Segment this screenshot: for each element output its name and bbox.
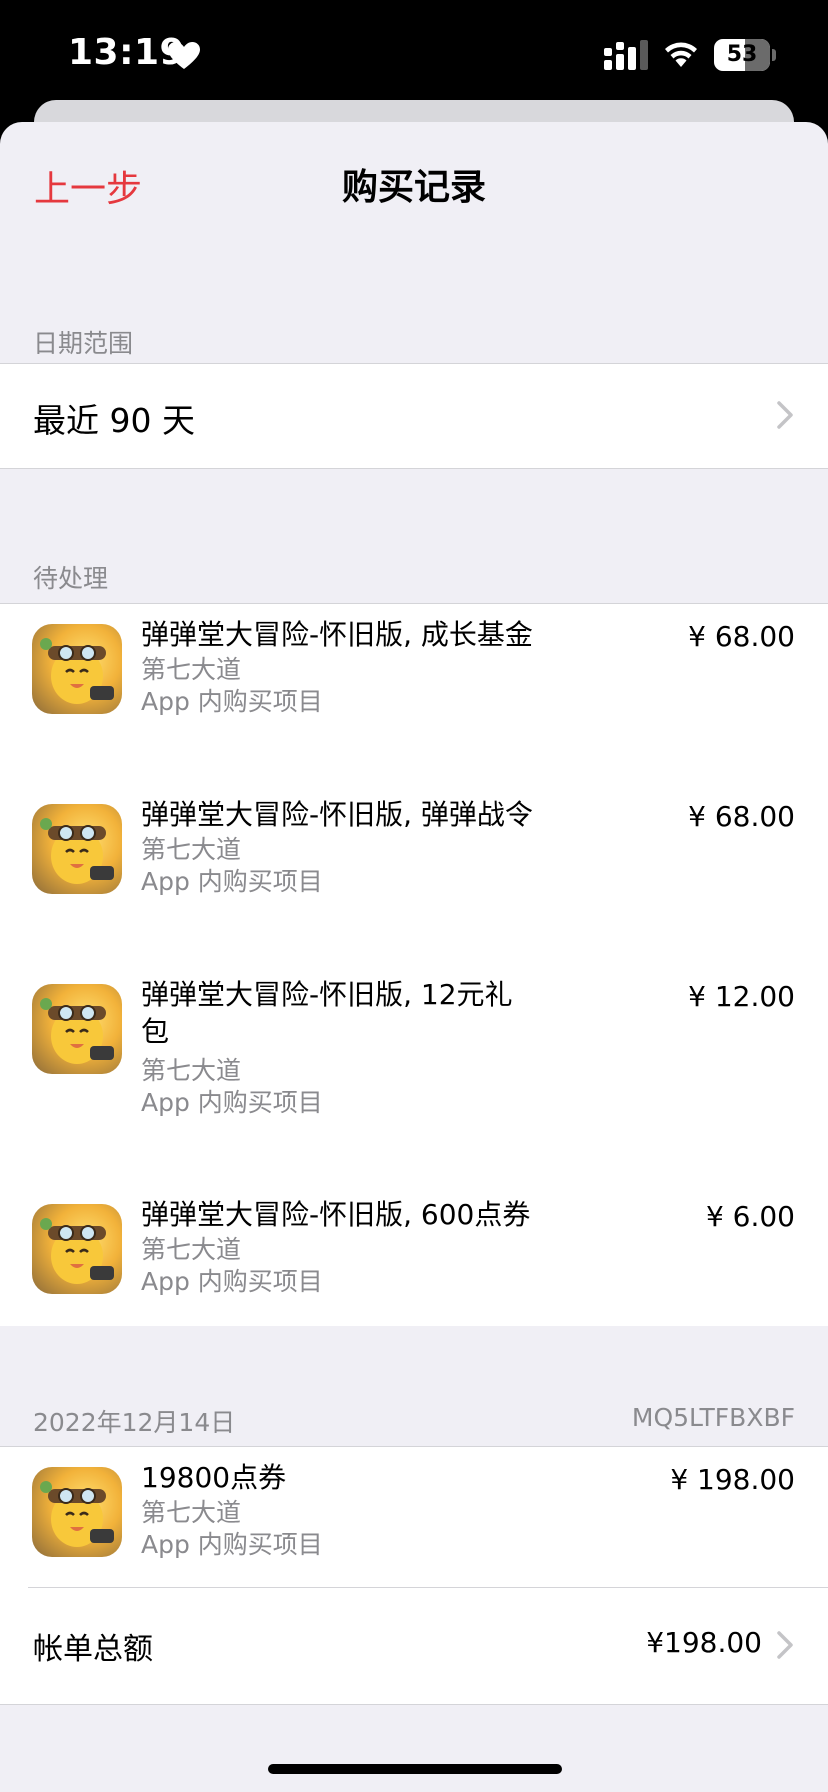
app-icon xyxy=(32,1467,122,1557)
heart-icon xyxy=(168,42,200,69)
date-range-header: 日期范围 xyxy=(33,329,134,358)
order-id: MQ5LTFBXBF xyxy=(631,1403,795,1432)
pending-header: 待处理 xyxy=(33,564,109,593)
item-type: App 内购买项目 xyxy=(141,1088,323,1117)
chevron-right-icon xyxy=(777,1631,793,1659)
list-item[interactable]: 弹弹堂大冒险-怀旧版, 弹弹战令 第七大道 App 内购买项目 ¥ 68.00 xyxy=(0,784,828,964)
status-bar: 13:19 53 xyxy=(0,0,828,112)
home-indicator xyxy=(268,1764,562,1774)
item-developer: 第七大道 xyxy=(141,655,242,684)
app-icon xyxy=(32,624,122,714)
cellular-signal-icon xyxy=(604,40,648,70)
item-developer: 第七大道 xyxy=(141,835,242,864)
item-type: App 内购买项目 xyxy=(141,1267,323,1296)
item-developer: 第七大道 xyxy=(141,1056,242,1085)
item-title-line1: 弹弹堂大冒险-怀旧版, 12元礼 xyxy=(141,978,513,1011)
order-date: 2022年12月14日 xyxy=(33,1408,236,1437)
item-title: 弹弹堂大冒险-怀旧版, 600点券 xyxy=(141,1198,531,1231)
list-item[interactable]: 弹弹堂大冒险-怀旧版, 600点券 第七大道 App 内购买项目 ¥ 6.00 xyxy=(0,1184,828,1326)
battery-tip xyxy=(772,49,776,61)
page-title: 购买记录 xyxy=(341,167,486,208)
item-title: 19800点券 xyxy=(141,1461,287,1494)
wifi-icon xyxy=(665,42,697,67)
item-title: 弹弹堂大冒险-怀旧版, 弹弹战令 xyxy=(141,798,533,831)
list-item[interactable]: 弹弹堂大冒险-怀旧版, 12元礼 包 第七大道 App 内购买项目 ¥ 12.0… xyxy=(0,964,828,1184)
app-icon xyxy=(32,804,122,894)
chevron-right-icon xyxy=(777,401,793,429)
item-price: ¥ 12.00 xyxy=(688,980,795,1013)
bill-total-label: 帐单总额 xyxy=(33,1632,153,1667)
list-item[interactable]: 19800点券 第七大道 App 内购买项目 ¥ 198.00 xyxy=(0,1447,828,1587)
item-title-line2: 包 xyxy=(141,1015,170,1048)
item-price: ¥ 68.00 xyxy=(688,620,795,653)
item-price: ¥ 198.00 xyxy=(670,1463,795,1496)
item-price: ¥ 68.00 xyxy=(688,800,795,833)
date-range-value: 最近 90 天 xyxy=(33,401,195,440)
item-developer: 第七大道 xyxy=(141,1235,242,1264)
item-type: App 内购买项目 xyxy=(141,1530,323,1559)
item-developer: 第七大道 xyxy=(141,1498,242,1527)
bill-total-row[interactable]: 帐单总额 ¥198.00 xyxy=(0,1588,828,1704)
app-icon xyxy=(32,984,122,1074)
item-price: ¥ 6.00 xyxy=(705,1200,795,1233)
bill-total-value: ¥198.00 xyxy=(646,1626,762,1659)
purchase-history-sheet: 上一步 购买记录 日期范围 最近 90 天 待处理 弹弹堂大冒险-怀旧版, 成长… xyxy=(0,122,828,1792)
list-item[interactable]: 弹弹堂大冒险-怀旧版, 成长基金 第七大道 App 内购买项目 ¥ 68.00 xyxy=(0,604,828,784)
app-icon xyxy=(32,1204,122,1294)
item-title: 弹弹堂大冒险-怀旧版, 成长基金 xyxy=(141,618,533,651)
pending-list: 弹弹堂大冒险-怀旧版, 成长基金 第七大道 App 内购买项目 ¥ 68.00 xyxy=(0,603,828,1326)
battery-level: 53 xyxy=(726,42,758,67)
item-type: App 内购买项目 xyxy=(141,687,323,716)
date-range-row[interactable]: 最近 90 天 xyxy=(0,363,828,469)
order-list: 19800点券 第七大道 App 内购买项目 ¥ 198.00 帐单总额 ¥19… xyxy=(0,1446,828,1705)
battery-icon: 53 xyxy=(714,39,770,71)
item-type: App 内购买项目 xyxy=(141,867,323,896)
